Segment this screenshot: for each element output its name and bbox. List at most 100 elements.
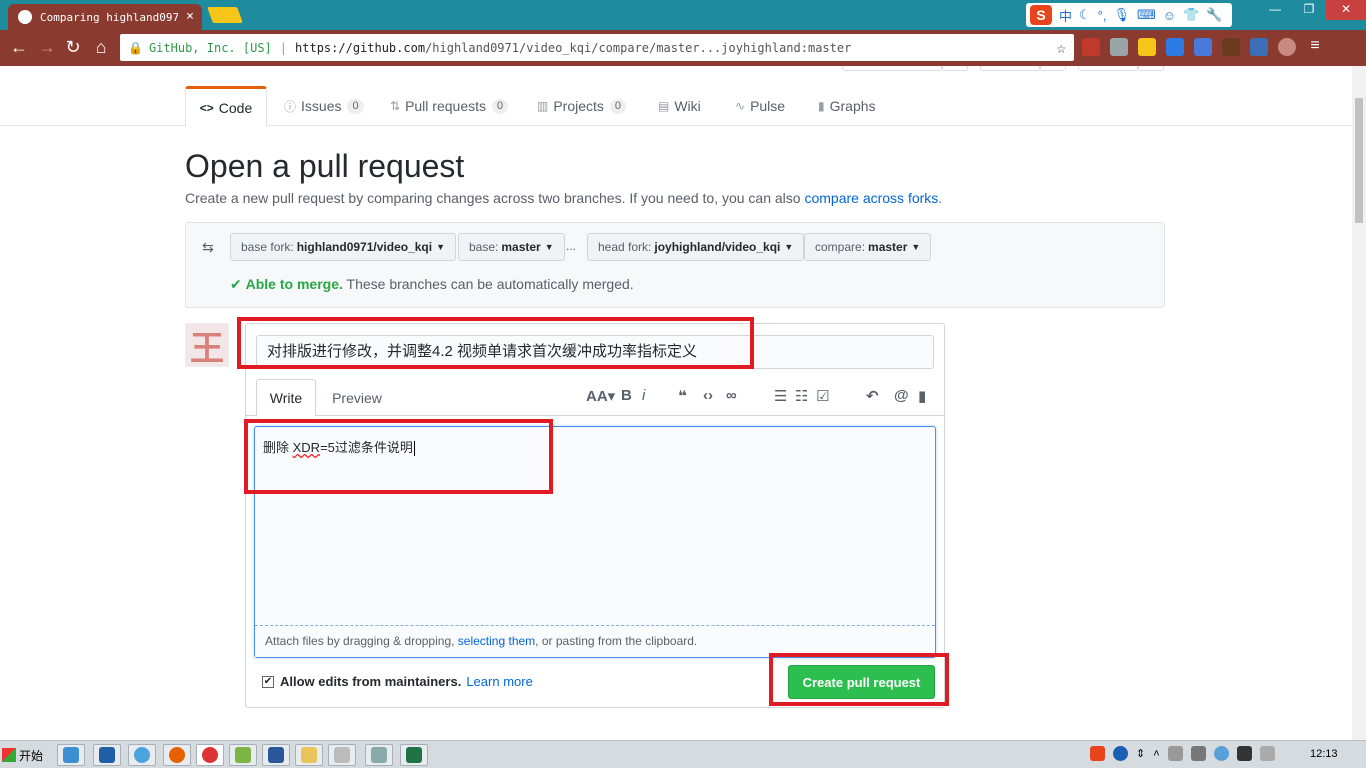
- new-tab-button[interactable]: [207, 7, 243, 23]
- tab-pull-requests[interactable]: ⇅ Pull requests 0: [390, 86, 509, 126]
- back-arrow-icon[interactable]: ←: [8, 37, 30, 58]
- select-files-link[interactable]: selecting them: [458, 634, 535, 648]
- user-icon[interactable]: ☺: [1163, 8, 1176, 23]
- page-content: <> Code ⓘ Issues 0 ⇅ Pull requests 0 ▥ P…: [0, 66, 1352, 740]
- keyboard-icon[interactable]: ⌨: [1137, 7, 1156, 23]
- bookmark-star-icon[interactable]: ☆: [1056, 38, 1066, 57]
- moon-icon[interactable]: ☾: [1079, 7, 1091, 23]
- text-size-icon[interactable]: AA▾: [586, 387, 615, 405]
- show-hidden-icon[interactable]: ˄: [1153, 748, 1159, 760]
- tab-preview[interactable]: Preview: [322, 379, 392, 416]
- browser-tab-strip: Comparing highland0971 × S 中 ☾ °, 🎙 ⌨ ☺ …: [0, 0, 1366, 30]
- ime-mode-label[interactable]: 中: [1059, 6, 1072, 25]
- extension-badge-icon[interactable]: [1250, 38, 1268, 56]
- tab-close-icon[interactable]: ×: [186, 9, 194, 24]
- taskbar-browser-icon[interactable]: [128, 744, 156, 766]
- forward-arrow-icon[interactable]: →: [36, 37, 58, 58]
- scrollbar-thumb[interactable]: [1355, 98, 1363, 223]
- extension-six-icon[interactable]: [1166, 38, 1184, 56]
- taskbar-firefox-icon[interactable]: [163, 744, 191, 766]
- taskbar-word-icon[interactable]: [262, 744, 290, 766]
- compare-branch-select[interactable]: compare: master ▼: [804, 233, 932, 261]
- compare-across-forks-link[interactable]: compare across forks: [804, 190, 938, 206]
- allow-edits-checkbox[interactable]: ✔: [262, 675, 274, 688]
- extension-book-icon[interactable]: [1082, 38, 1100, 56]
- security-icon[interactable]: [1259, 746, 1275, 761]
- menu-icon[interactable]: ≡: [1306, 38, 1324, 56]
- app-tray-icon[interactable]: [1213, 746, 1229, 761]
- bluetooth-icon[interactable]: [1236, 746, 1252, 761]
- taskbar-app-icon[interactable]: [365, 744, 393, 766]
- highlight-body-box: [244, 419, 553, 494]
- sogou-tray-icon[interactable]: [1090, 746, 1105, 761]
- punctuation-icon[interactable]: °,: [1098, 8, 1107, 23]
- browser-tab[interactable]: Comparing highland0971 ×: [8, 4, 202, 30]
- bookmark-icon[interactable]: ▮: [918, 387, 926, 405]
- italic-icon[interactable]: i: [642, 387, 645, 404]
- unordered-list-icon[interactable]: ☰: [774, 387, 787, 405]
- extension-translate-icon[interactable]: [1194, 38, 1212, 56]
- taskbar-folder-icon[interactable]: [295, 744, 323, 766]
- extension-hat-icon[interactable]: [1222, 38, 1240, 56]
- taskbar-explorer-icon[interactable]: [229, 744, 257, 766]
- swap-branches-icon[interactable]: ⇆: [202, 239, 214, 256]
- volume-icon[interactable]: [1167, 746, 1183, 761]
- base-branch-select[interactable]: base: master ▼: [458, 233, 565, 261]
- taskbar-excel-icon[interactable]: [400, 744, 428, 766]
- bold-icon[interactable]: B: [621, 387, 632, 404]
- graph-icon: ▮: [818, 99, 825, 113]
- learn-more-link[interactable]: Learn more: [466, 674, 532, 689]
- extension-face-icon[interactable]: [1278, 38, 1296, 56]
- maximize-button[interactable]: ❐: [1292, 0, 1326, 20]
- taskbar-ie-icon[interactable]: [57, 744, 85, 766]
- tab-write[interactable]: Write: [256, 379, 316, 417]
- caret-down-icon: ▼: [436, 242, 445, 252]
- minimize-button[interactable]: —: [1258, 0, 1292, 20]
- quote-icon[interactable]: ❝: [678, 387, 687, 405]
- microphone-icon[interactable]: 🎙: [1113, 7, 1130, 23]
- tray-expand-icon[interactable]: ⇕: [1136, 747, 1145, 760]
- issue-icon: ⓘ: [284, 99, 297, 114]
- clock[interactable]: 12:13: [1310, 748, 1338, 760]
- help-icon[interactable]: [1113, 746, 1128, 761]
- wrench-icon[interactable]: 🔧: [1206, 7, 1222, 23]
- taskbar-outlook-icon[interactable]: [93, 744, 121, 766]
- tab-code[interactable]: <> Code: [185, 86, 267, 127]
- close-window-button[interactable]: ✕: [1326, 0, 1366, 20]
- ime-toolbar: S 中 ☾ °, 🎙 ⌨ ☺ 👕 🔧: [1026, 3, 1232, 27]
- tab-issues[interactable]: ⓘ Issues 0: [284, 86, 364, 126]
- address-bar[interactable]: 🔒 GitHub, Inc. [US] | https://github.com…: [120, 34, 1074, 61]
- code-icon[interactable]: ‹›: [703, 387, 713, 404]
- allow-edits-label: Allow edits from maintainers.: [280, 674, 462, 689]
- link-icon[interactable]: ∞: [726, 387, 737, 404]
- ordered-list-icon[interactable]: ☷: [795, 387, 808, 405]
- book-icon: ▤: [658, 99, 670, 113]
- sogou-icon[interactable]: S: [1030, 5, 1052, 25]
- tab-wiki[interactable]: ▤ Wiki: [658, 86, 701, 126]
- taskbar-text-icon[interactable]: [328, 744, 356, 766]
- certificate-label: GitHub, Inc. [US]: [148, 40, 272, 55]
- page-scrollbar[interactable]: [1352, 66, 1366, 740]
- pull-requests-count: 0: [492, 98, 509, 114]
- extension-folder-icon[interactable]: [1138, 38, 1156, 56]
- reply-icon[interactable]: ↶: [866, 387, 879, 405]
- taskbar-chrome-icon[interactable]: [196, 744, 224, 766]
- reload-icon[interactable]: ↻: [62, 37, 84, 58]
- tab-graphs[interactable]: ▮ Graphs: [818, 86, 876, 126]
- start-button[interactable]: 开始: [2, 744, 52, 766]
- mention-icon[interactable]: @: [894, 387, 909, 404]
- avatar[interactable]: 王: [185, 323, 229, 368]
- extension-eraser-icon[interactable]: [1110, 38, 1128, 56]
- tab-title: Comparing highland0971: [40, 10, 178, 24]
- base-fork-select[interactable]: base fork: highland0971/video_kqi ▼: [230, 233, 456, 261]
- task-list-icon[interactable]: ☑: [816, 387, 829, 405]
- home-icon[interactable]: ⌂: [90, 37, 112, 58]
- tab-projects[interactable]: ▥ Projects 0: [537, 86, 627, 126]
- window-controls: — ❐ ✕: [1258, 0, 1366, 20]
- head-fork-select[interactable]: head fork: joyhighland/video_kqi ▼: [587, 233, 805, 261]
- extension-icons: ≡: [1082, 38, 1324, 56]
- network-icon[interactable]: [1190, 746, 1206, 761]
- tab-pulse[interactable]: ∿ Pulse: [735, 86, 785, 126]
- shirt-icon[interactable]: 👕: [1183, 7, 1199, 23]
- code-icon: <>: [199, 100, 214, 115]
